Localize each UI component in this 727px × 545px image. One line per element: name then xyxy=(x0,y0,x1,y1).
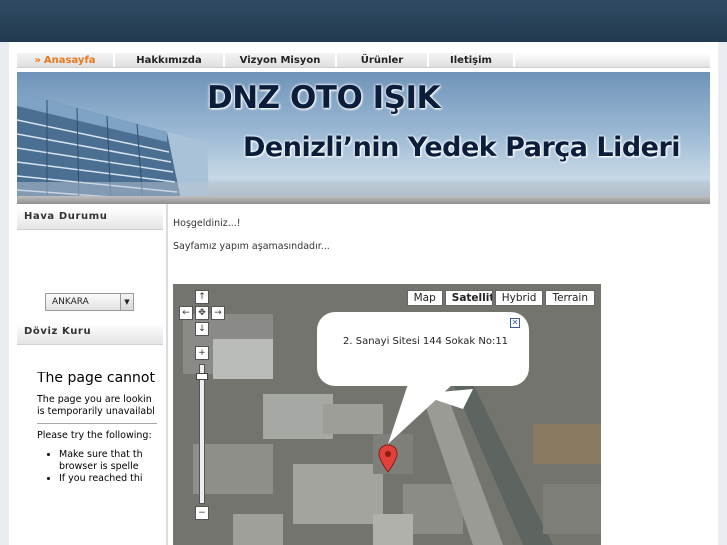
main-nav: » Anasayfa Hakkımızda Vizyon Misyon Ürünl… xyxy=(17,53,710,68)
banner-subtitle: Denizli’nin Yedek Parça Lideri xyxy=(243,132,681,163)
nav-item-iletisim[interactable]: Iletişim xyxy=(429,53,515,67)
column-divider xyxy=(166,204,168,545)
nav-item-anasayfa[interactable]: » Anasayfa xyxy=(17,53,115,67)
error-text-line: is temporarily unavailabl xyxy=(37,406,155,417)
main-content: Hoşgeldiniz...! Sayfamız yapım aşamasınd… xyxy=(173,218,330,264)
banner-bottom-strip xyxy=(17,196,710,204)
embedded-error-frame: The page cannot The page you are lookin … xyxy=(37,372,157,485)
nav-item-hakkimizda[interactable]: Hakkımızda xyxy=(115,53,225,67)
nav-label: Hakkımızda xyxy=(136,55,202,66)
list-item: If you reached thi xyxy=(59,473,157,485)
header-banner: DNZ OTO IŞIK Denizli’nin Yedek Parça Lid… xyxy=(17,72,710,204)
info-window-address: 2. Sanayi Sitesi 144 Sokak No:11 xyxy=(343,336,509,347)
banner-title: DNZ OTO IŞIK xyxy=(207,80,441,116)
error-heading: The page cannot xyxy=(37,372,155,386)
city-select[interactable]: ANKARA ▼ xyxy=(45,293,134,311)
city-select-value: ANKARA xyxy=(52,297,89,307)
list-item: Make sure that thbrowser is spelle xyxy=(59,449,157,473)
nav-label: Iletişim xyxy=(450,55,492,66)
map-info-window: ✕ 2. Sanayi Sitesi 144 Sokak No:11 xyxy=(317,312,529,386)
error-divider xyxy=(37,423,157,424)
top-header-bar xyxy=(0,0,727,42)
error-text-line: The page you are lookin xyxy=(37,394,152,405)
double-chevron-right-icon: » xyxy=(34,55,41,66)
error-suggestions: Make sure that thbrowser is spelle If yo… xyxy=(59,449,157,485)
close-icon[interactable]: ✕ xyxy=(510,318,520,328)
weather-panel-title: Hava Durumu xyxy=(17,208,163,230)
currency-panel-title: Döviz Kuru xyxy=(17,323,163,345)
nav-label: Ürünler xyxy=(360,55,404,66)
map-marker-icon[interactable] xyxy=(378,444,398,474)
error-try-text: Please try the following: xyxy=(37,430,152,441)
nav-label: Anasayfa xyxy=(43,55,96,66)
nav-label: Vizyon Misyon xyxy=(239,55,321,66)
nav-item-vizyon-misyon[interactable]: Vizyon Misyon xyxy=(225,53,337,67)
page-container: » Anasayfa Hakkımızda Vizyon Misyon Ürünl… xyxy=(9,42,718,545)
nav-item-urunler[interactable]: Ürünler xyxy=(337,53,429,67)
google-map[interactable]: Map Satellite Hybrid Terrain ↑ ← ✥ → ↓ +… xyxy=(173,284,601,545)
welcome-text: Hoşgeldiniz...! xyxy=(173,218,241,229)
construction-text: Sayfamız yapım aşamasındadır... xyxy=(173,241,330,252)
currency-panel: Döviz Kuru xyxy=(17,323,163,345)
dropdown-arrow-icon: ▼ xyxy=(120,294,133,310)
